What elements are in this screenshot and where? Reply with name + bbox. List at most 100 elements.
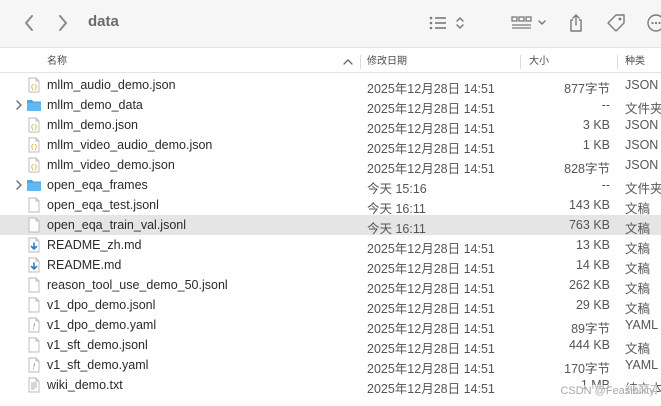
chevron-right-icon: [59, 15, 67, 31]
column-kind[interactable]: 种类: [625, 51, 645, 72]
file-name: v1_sft_demo.yaml: [47, 358, 149, 372]
forward-button[interactable]: [52, 0, 74, 46]
tag-icon: [607, 14, 625, 32]
column-divider[interactable]: [617, 55, 618, 69]
file-row[interactable]: ! v1_sft_demo.yaml 2025年12月28日 14:51 170字节 Y…: [0, 355, 661, 376]
column-header: 名称 修改日期 大小 种类: [0, 51, 661, 73]
doc-file-icon: [26, 297, 42, 313]
column-date[interactable]: 修改日期: [367, 51, 407, 72]
file-name: README.md: [47, 258, 122, 272]
file-name: mllm_video_demo.json: [47, 158, 175, 172]
file-row[interactable]: {} mllm_video_audio_demo.json 2025年12月28日 …: [0, 135, 661, 156]
file-name: wiki_demo.txt: [47, 378, 123, 392]
file-size: 262 KB: [568, 278, 610, 292]
file-size: 763 KB: [568, 218, 610, 232]
file-row[interactable]: {} mllm_audio_demo.json 2025年12月28日 14:51 8…: [0, 75, 661, 96]
file-size: 444 KB: [568, 338, 610, 352]
file-name: mllm_demo.json: [47, 118, 139, 132]
file-row[interactable]: README_zh.md 2025年12月28日 14:51 13 KB 文稿: [0, 235, 661, 256]
file-kind: JSON: [625, 118, 659, 132]
json-file-icon: {}: [26, 137, 42, 153]
column-size[interactable]: 大小: [529, 51, 549, 72]
file-name: mllm_audio_demo.json: [47, 78, 176, 92]
file-name: open_eqa_frames: [47, 178, 148, 192]
column-name[interactable]: 名称: [47, 51, 67, 72]
tag-button[interactable]: [603, 0, 629, 46]
folder-icon: [26, 97, 42, 113]
file-size: 143 KB: [568, 198, 610, 212]
sort-chevron-icon[interactable]: [343, 58, 353, 66]
file-name: open_eqa_train_val.jsonl: [47, 218, 186, 232]
yaml-file-icon: !: [26, 357, 42, 373]
file-name: v1_sft_demo.jsonl: [47, 338, 148, 352]
file-size: 29 KB: [575, 298, 610, 312]
list-view-icon: [429, 16, 464, 30]
txt-file-icon: [26, 377, 42, 393]
doc-file-icon: [26, 217, 42, 233]
file-size: 1 KB: [582, 138, 610, 152]
file-name: reason_tool_use_demo_50.jsonl: [47, 278, 228, 292]
toolbar: data: [0, 0, 661, 48]
share-button[interactable]: [563, 0, 589, 46]
file-row[interactable]: {} mllm_demo.json 2025年12月28日 14:51 3 KB JSO…: [0, 115, 661, 136]
file-size: 3 KB: [582, 118, 610, 132]
file-row[interactable]: {} mllm_video_demo.json 2025年12月28日 14:51 8…: [0, 155, 661, 176]
file-row[interactable]: open_eqa_train_val.jsonl 今天 16:11 763 KB 文稿: [0, 215, 661, 236]
json-file-icon: {}: [26, 157, 42, 173]
column-divider[interactable]: [360, 55, 361, 69]
chevron-left-icon: [25, 15, 33, 31]
json-file-icon: {}: [26, 77, 42, 93]
disclosure-chevron-icon[interactable]: [14, 99, 24, 111]
file-list: {} mllm_audio_demo.json 2025年12月28日 14:51 8…: [0, 75, 661, 396]
back-button[interactable]: [18, 0, 40, 46]
file-row[interactable]: v1_dpo_demo.jsonl 2025年12月28日 14:51 29 KB 文…: [0, 295, 661, 316]
group-button[interactable]: [508, 0, 550, 46]
json-file-icon: {}: [26, 117, 42, 133]
file-row[interactable]: README.md 2025年12月28日 14:51 14 KB 文稿: [0, 255, 661, 276]
file-name: open_eqa_test.jsonl: [47, 198, 159, 212]
view-list-button[interactable]: [424, 0, 468, 46]
file-date: 2025年12月28日 14:51: [367, 382, 495, 396]
file-name: v1_dpo_demo.yaml: [47, 318, 157, 332]
file-name: mllm_video_audio_demo.json: [47, 138, 213, 152]
file-size: 14 KB: [575, 258, 610, 272]
share-icon: [570, 14, 582, 32]
file-name: v1_dpo_demo.jsonl: [47, 298, 156, 312]
file-kind: JSON: [625, 138, 659, 152]
more-button[interactable]: [644, 0, 661, 46]
file-size: 13 KB: [575, 238, 610, 252]
file-size: --: [601, 178, 610, 192]
file-kind: YAML: [625, 358, 659, 372]
column-divider[interactable]: [520, 55, 521, 69]
doc-file-icon: [26, 197, 42, 213]
file-size: --: [601, 98, 610, 112]
file-kind: JSON: [625, 78, 659, 92]
file-name: README_zh.md: [47, 238, 142, 252]
file-kind: JSON: [625, 158, 659, 172]
watermark: CSDN @Feasibility.: [560, 385, 657, 397]
window-title: data: [88, 13, 119, 30]
file-row[interactable]: open_eqa_test.jsonl 今天 16:11 143 KB 文稿: [0, 195, 661, 216]
more-icon: [647, 14, 661, 32]
file-name: mllm_demo_data: [47, 98, 143, 112]
svg-text:{}: {}: [30, 83, 38, 91]
disclosure-chevron-icon[interactable]: [14, 179, 24, 191]
file-row[interactable]: mllm_demo_data 2025年12月28日 14:51 -- 文件夹: [0, 95, 661, 116]
md-file-icon: [26, 237, 42, 253]
file-row[interactable]: open_eqa_frames 今天 15:16 -- 文件夹: [0, 175, 661, 196]
md-file-icon: [26, 257, 42, 273]
svg-text:{}: {}: [30, 143, 38, 151]
file-kind: YAML: [625, 318, 659, 332]
doc-file-icon: [26, 337, 42, 353]
svg-text:!: !: [32, 323, 35, 332]
file-row[interactable]: v1_sft_demo.jsonl 2025年12月28日 14:51 444 KB…: [0, 335, 661, 356]
yaml-file-icon: !: [26, 317, 42, 333]
svg-text:{}: {}: [30, 163, 38, 171]
svg-text:!: !: [32, 363, 35, 372]
file-row[interactable]: reason_tool_use_demo_50.jsonl 2025年12月28日…: [0, 275, 661, 296]
grid-view-icon: [511, 16, 546, 29]
file-row[interactable]: ! v1_dpo_demo.yaml 2025年12月28日 14:51 89字节 YA…: [0, 315, 661, 336]
folder-icon: [26, 177, 42, 193]
svg-text:{}: {}: [30, 123, 38, 131]
doc-file-icon: [26, 277, 42, 293]
